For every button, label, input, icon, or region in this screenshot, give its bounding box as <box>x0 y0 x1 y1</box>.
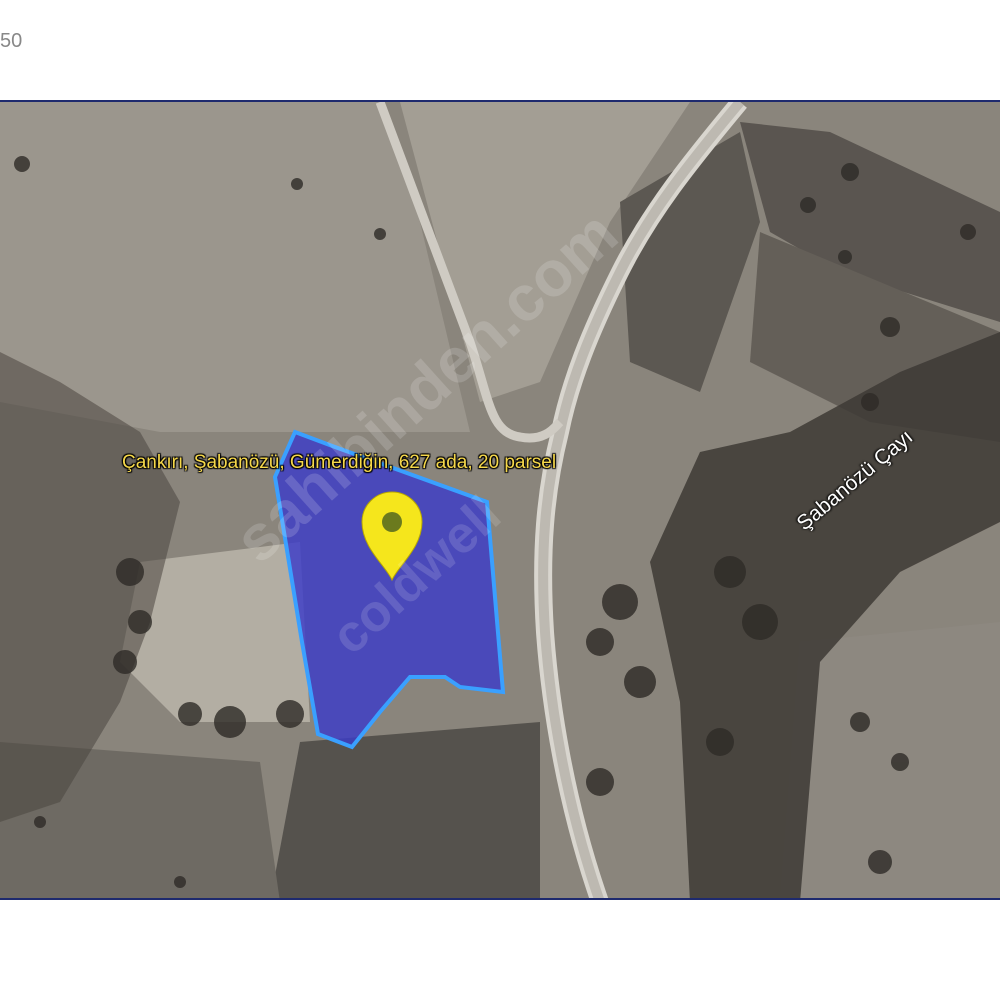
corner-text: 50 <box>0 30 23 52</box>
map-canvas <box>0 102 1000 898</box>
field-dark-bottom <box>270 722 540 898</box>
parcel-label: Çankırı, Şabanözü, Gümerdiğin, 627 ada, … <box>122 452 557 473</box>
satellite-map[interactable]: sahibinden.com coldwell Çankırı, Şabanöz… <box>0 100 1000 900</box>
